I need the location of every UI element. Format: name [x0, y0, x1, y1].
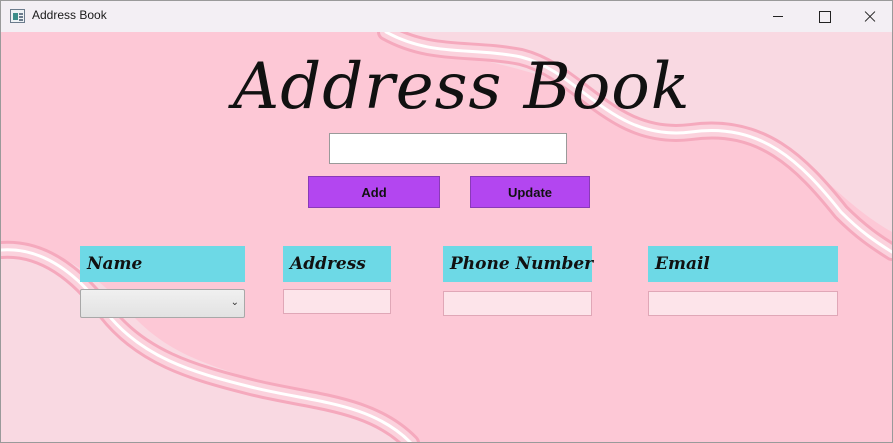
update-button[interactable]: Update	[470, 176, 590, 208]
minimize-icon[interactable]	[755, 1, 801, 32]
address-column-header: Address	[283, 246, 391, 282]
app-window: Address Book Address Book Add Update Nam…	[0, 0, 893, 443]
email-field[interactable]	[648, 291, 838, 316]
name-dropdown[interactable]: ⌄	[80, 289, 245, 318]
app-heading: Address Book	[233, 50, 691, 124]
phone-column-header: Phone Number	[443, 246, 593, 282]
chevron-down-icon[interactable]: ⌄	[231, 297, 239, 308]
close-icon[interactable]	[847, 1, 892, 32]
main-canvas: Address Book Add Update Name Address Pho…	[1, 32, 892, 442]
add-button[interactable]: Add	[308, 176, 440, 208]
phone-field[interactable]	[443, 291, 592, 316]
email-column-header: Email	[648, 246, 838, 282]
app-window-icon	[10, 9, 25, 23]
maximize-icon[interactable]	[801, 1, 847, 32]
name-column-header: Name	[80, 246, 245, 282]
window-title: Address Book	[32, 8, 107, 22]
title-bar[interactable]: Address Book	[1, 1, 892, 32]
search-input[interactable]	[329, 133, 567, 164]
address-field[interactable]	[283, 289, 391, 314]
